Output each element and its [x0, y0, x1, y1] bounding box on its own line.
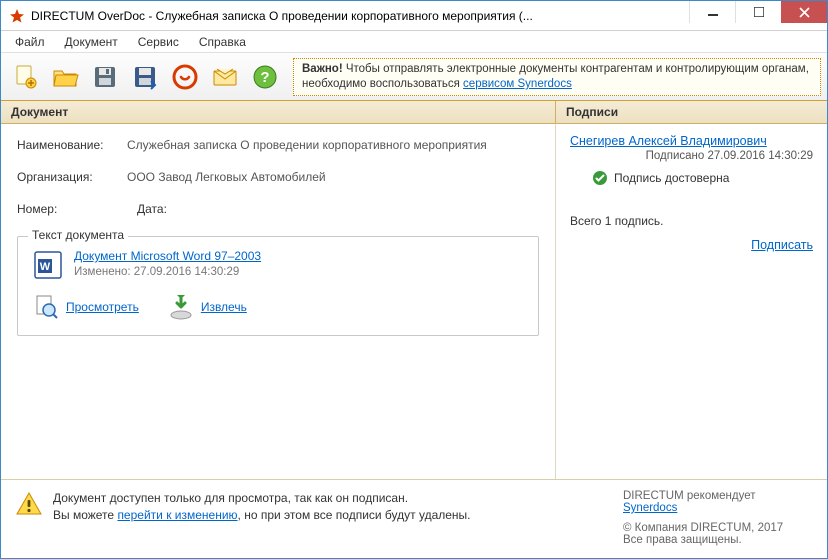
app-icon: [9, 8, 25, 24]
group-legend: Текст документа: [28, 228, 128, 242]
footer-right: DIRECTUM рекомендует Synerdocs © Компани…: [623, 490, 813, 546]
toolbar: ? Важно! Чтобы отправлять электронные до…: [1, 53, 827, 101]
extract-icon: [167, 293, 195, 321]
signature-valid: Подпись достоверна: [614, 171, 729, 185]
section-headers: Документ Подписи: [1, 101, 827, 124]
signatures-pane: Снегирев Алексей Владимирович Подписано …: [556, 124, 827, 479]
document-modified: Изменено: 27.09.2016 14:30:29: [74, 266, 261, 278]
help-button[interactable]: ?: [247, 59, 283, 95]
titlebar: DIRECTUM OverDoc - Служебная записка О п…: [1, 1, 827, 31]
minimize-button[interactable]: [689, 1, 735, 23]
maximize-button[interactable]: [735, 1, 781, 23]
menu-file[interactable]: Файл: [5, 33, 55, 51]
banner-prefix: Важно!: [302, 63, 343, 75]
name-value: Служебная записка О проведении корпорати…: [127, 138, 539, 152]
svg-text:?: ?: [260, 69, 269, 86]
save-button[interactable]: [87, 59, 123, 95]
document-header: Документ: [1, 101, 556, 123]
important-banner: Важно! Чтобы отправлять электронные доку…: [293, 58, 821, 96]
extract-link[interactable]: Извлечь: [201, 300, 247, 314]
menubar: Файл Документ Сервис Справка: [1, 31, 827, 53]
menu-document[interactable]: Документ: [55, 33, 128, 51]
name-label: Наименование:: [17, 138, 127, 152]
document-pane: Наименование: Служебная записка О провед…: [1, 124, 556, 479]
save-as-button[interactable]: [127, 59, 163, 95]
date-label: Дата:: [137, 202, 182, 216]
signatures-header: Подписи: [556, 101, 827, 123]
menu-help[interactable]: Справка: [189, 33, 256, 51]
close-button[interactable]: [781, 1, 827, 23]
open-button[interactable]: [47, 59, 83, 95]
copyright: © Компания DIRECTUM, 2017: [623, 522, 813, 534]
check-icon: [592, 170, 608, 186]
rights: Все права защищены.: [623, 534, 813, 546]
new-button[interactable]: [7, 59, 43, 95]
signatures-total: Всего 1 подпись.: [570, 214, 813, 228]
warning-icon: [15, 490, 43, 518]
sign-action[interactable]: Подписать: [751, 238, 813, 252]
svg-text:W: W: [40, 261, 51, 273]
number-label: Номер:: [17, 202, 77, 216]
preview-icon: [32, 293, 60, 321]
footer-message: Документ доступен только для просмотра, …: [53, 490, 471, 546]
synerdocs-link[interactable]: сервисом Synerdocs: [463, 78, 572, 90]
document-text-group: Текст документа W Документ Microsoft Wor…: [17, 236, 539, 336]
word-icon: W: [32, 249, 64, 281]
org-value: ООО Завод Легковых Автомобилей: [127, 170, 539, 184]
content: Наименование: Служебная записка О провед…: [1, 124, 827, 479]
document-link[interactable]: Документ Microsoft Word 97–2003: [74, 249, 261, 263]
view-link[interactable]: Просмотреть: [66, 300, 139, 314]
window-title: DIRECTUM OverDoc - Служебная записка О п…: [31, 9, 689, 23]
menu-service[interactable]: Сервис: [128, 33, 189, 51]
org-label: Организация:: [17, 170, 127, 184]
mail-button[interactable]: [207, 59, 243, 95]
recommends-label: DIRECTUM рекомендует: [623, 490, 813, 502]
main-window: DIRECTUM OverDoc - Служебная записка О п…: [0, 0, 828, 559]
window-controls: [689, 1, 827, 30]
signed-at: Подписано 27.09.2016 14:30:29: [570, 150, 813, 162]
edit-link[interactable]: перейти к изменению: [117, 508, 237, 522]
footer: Документ доступен только для просмотра, …: [1, 479, 827, 558]
sign-button[interactable]: [167, 59, 203, 95]
synerdocs-footer-link[interactable]: Synerdocs: [623, 502, 677, 514]
signer-link[interactable]: Снегирев Алексей Владимирович: [570, 134, 767, 148]
